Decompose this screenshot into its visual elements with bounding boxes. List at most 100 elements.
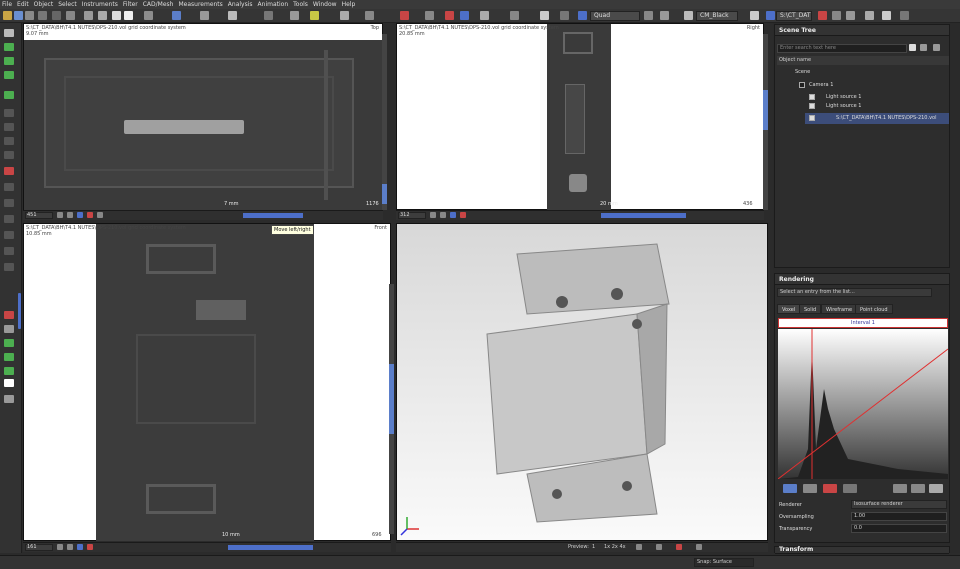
tf-save-icon[interactable]	[843, 484, 857, 493]
clip-view-icon[interactable]	[460, 212, 466, 218]
tab-wireframe[interactable]: Wireframe	[821, 304, 858, 314]
magic-wand-icon[interactable]	[4, 71, 14, 79]
print-icon[interactable]	[25, 11, 34, 20]
menu-edit[interactable]: Edit	[17, 1, 29, 8]
zoom-icon[interactable]	[340, 11, 349, 20]
rendering-preset-select[interactable]: Select an entry from the list...	[777, 288, 932, 297]
poly-select-icon[interactable]	[4, 137, 14, 145]
circle-select-icon[interactable]	[4, 123, 14, 131]
light-icon[interactable]	[310, 11, 319, 20]
props-icon[interactable]	[832, 11, 841, 20]
tab-solid[interactable]: Solid	[799, 304, 822, 314]
camera-reset-icon[interactable]	[696, 544, 702, 550]
menu-tools[interactable]: Tools	[293, 1, 308, 8]
erode-icon[interactable]	[4, 231, 14, 239]
pen-icon[interactable]	[4, 43, 14, 51]
slice-next-icon[interactable]	[67, 544, 73, 550]
move-icon[interactable]	[124, 11, 133, 20]
ruler-icon[interactable]	[4, 325, 14, 333]
clip-icon[interactable]	[480, 11, 489, 20]
tree-icon[interactable]	[846, 11, 855, 20]
select-icon[interactable]	[112, 11, 121, 20]
brush-icon[interactable]	[4, 183, 14, 191]
reset-view-icon[interactable]	[97, 212, 103, 218]
strip-handle[interactable]	[18, 293, 21, 329]
eraser-icon[interactable]	[4, 167, 14, 175]
arrow-icon[interactable]	[750, 11, 759, 20]
slice-prev-icon[interactable]	[57, 212, 63, 218]
delete-icon[interactable]	[818, 11, 827, 20]
region-grow-icon[interactable]	[4, 151, 14, 159]
menu-analysis[interactable]: Analysis	[228, 1, 253, 8]
pin-icon[interactable]	[865, 11, 874, 20]
tf-reset-icon[interactable]	[823, 484, 837, 493]
slice-prev-icon[interactable]	[430, 212, 436, 218]
preview-zoom-options[interactable]: 1x 2x 4x	[604, 544, 626, 550]
clip-view-icon[interactable]	[87, 212, 93, 218]
tf-load-icon[interactable]	[803, 484, 817, 493]
light-dir-icon[interactable]	[656, 544, 662, 550]
invert-icon[interactable]	[4, 247, 14, 255]
viewport-right[interactable]: S:\CT_DATA\BH\T4.1 NUTES\DPS-210.vol gri…	[396, 23, 768, 210]
view-layout-select[interactable]: Quad	[590, 11, 640, 21]
slice-number-input[interactable]: 312	[398, 212, 426, 219]
redo-icon[interactable]	[66, 11, 75, 20]
oversampling-input[interactable]: 1.00	[851, 512, 947, 521]
smooth-icon[interactable]	[4, 199, 14, 207]
light1-checkbox[interactable]	[809, 94, 815, 100]
slice-slider[interactable]	[601, 213, 686, 218]
marker-icon[interactable]	[4, 311, 14, 319]
transfer-function-graph[interactable]	[778, 329, 948, 479]
tf-step-icon[interactable]	[929, 484, 943, 493]
slice-number-input[interactable]: 161	[25, 544, 53, 551]
render-quality-icon[interactable]	[636, 544, 642, 550]
tf-preset-icon[interactable]	[783, 484, 797, 493]
tree-item-light-2[interactable]: Light source 1	[826, 103, 861, 109]
camera-icon[interactable]	[425, 11, 434, 20]
angle-icon[interactable]	[290, 11, 299, 20]
quad-view-icon[interactable]	[578, 11, 587, 20]
tree-item-volume[interactable]: S:\CT_DATA\BH\T4.1 NUTES\DPS-210.vol	[836, 115, 936, 121]
vertical-scrollbar[interactable]	[382, 34, 387, 210]
light2-checkbox[interactable]	[809, 103, 815, 109]
tree-settings-icon[interactable]	[920, 44, 927, 51]
view-icon[interactable]	[144, 11, 153, 20]
tree-item-light-1[interactable]: Light source 1	[826, 94, 861, 100]
slice-number-input[interactable]: 451	[25, 212, 53, 219]
interval-label[interactable]: Interval 1	[778, 318, 948, 328]
menu-filter[interactable]: Filter	[123, 1, 138, 8]
copy-icon[interactable]	[52, 11, 61, 20]
menu-file[interactable]: File	[2, 1, 12, 8]
colormap-select[interactable]: CM_Black	[696, 11, 738, 21]
menu-measurements[interactable]: Measurements	[178, 1, 222, 8]
slice-slider[interactable]	[243, 213, 303, 218]
viewport-top[interactable]: S:\CT_DATA\BH\T4.1 NUTES\DPS-210.vol gri…	[23, 23, 387, 210]
clear-icon[interactable]	[4, 263, 14, 271]
menu-select[interactable]: Select	[58, 1, 77, 8]
clip-plane-icon[interactable]	[676, 544, 682, 550]
record-icon[interactable]	[400, 11, 409, 20]
layout-icon[interactable]	[172, 11, 181, 20]
color-icon[interactable]	[77, 544, 83, 550]
measure-icon[interactable]	[228, 11, 237, 20]
menu-object[interactable]: Object	[34, 1, 54, 8]
tf-linear-icon[interactable]	[893, 484, 907, 493]
pointer-icon[interactable]	[4, 29, 14, 37]
menu-instruments[interactable]: Instruments	[82, 1, 118, 8]
list-icon[interactable]	[900, 11, 909, 20]
diamond-icon[interactable]	[4, 367, 14, 375]
dilate-icon[interactable]	[4, 215, 14, 223]
color-icon[interactable]	[450, 212, 456, 218]
distance-icon[interactable]	[264, 11, 273, 20]
up-icon[interactable]	[882, 11, 891, 20]
slice-next-icon[interactable]	[67, 212, 73, 218]
paint-icon[interactable]	[4, 339, 14, 347]
slice-next-icon[interactable]	[440, 212, 446, 218]
bucket-icon[interactable]	[4, 353, 14, 361]
tab-point-cloud[interactable]: Point cloud	[855, 304, 893, 314]
renderer-select[interactable]: Isosurface renderer	[851, 500, 947, 509]
annotate-icon[interactable]	[365, 11, 374, 20]
rect-select-icon[interactable]	[4, 57, 14, 65]
save-icon[interactable]	[14, 11, 23, 20]
camera-visibility-checkbox[interactable]	[799, 82, 805, 88]
